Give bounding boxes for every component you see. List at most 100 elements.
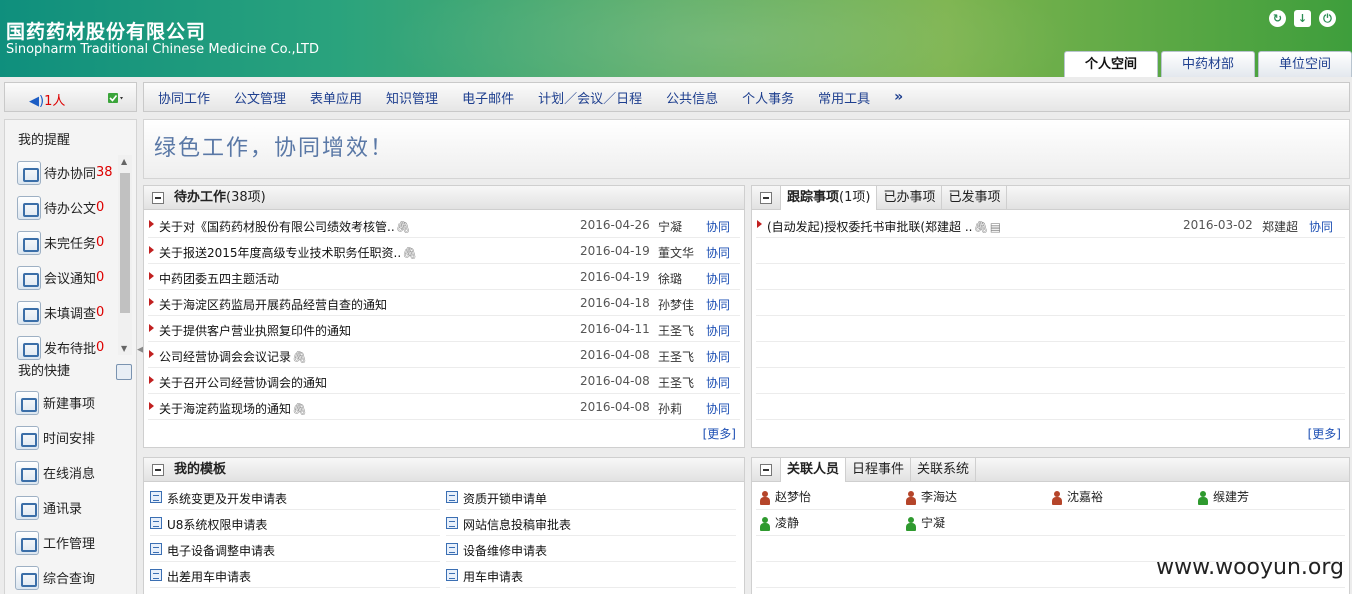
- template-item[interactable]: 出差用车申请表: [150, 562, 440, 588]
- refresh-icon[interactable]: ↻: [1269, 10, 1286, 27]
- collapse-icon[interactable]: [760, 192, 772, 204]
- row-type-link[interactable]: 协同: [706, 374, 730, 391]
- templates-title[interactable]: 我的模板: [172, 458, 232, 481]
- tab-unit-space[interactable]: 单位空间: [1257, 51, 1352, 77]
- nav-documents[interactable]: 公文管理: [234, 88, 286, 107]
- table-row[interactable]: 关于海淀药监现场的通知🖇 2016-04-08 孙莉 协同: [148, 394, 740, 420]
- related-person[interactable]: 沈嘉裕: [1052, 488, 1103, 505]
- tab-herbal-dept[interactable]: 中药材部: [1160, 51, 1255, 77]
- nav-collaboration[interactable]: 协同工作: [158, 88, 210, 107]
- bullet-icon: [149, 298, 154, 306]
- online-users[interactable]: ◀)1人: [29, 90, 65, 109]
- row-title[interactable]: 中药团委五四主题活动: [159, 270, 279, 287]
- template-item[interactable]: 网站信息投稿审批表: [446, 510, 736, 536]
- nav-forms[interactable]: 表单应用: [310, 88, 362, 107]
- row-type-link[interactable]: 协同: [706, 296, 730, 313]
- tab-related-systems[interactable]: 关联系统: [911, 458, 977, 481]
- row-type-link[interactable]: 协同: [706, 270, 730, 287]
- shortcuts-title: 我的快捷: [18, 364, 71, 379]
- related-person[interactable]: 李海达: [906, 488, 957, 505]
- related-person[interactable]: 赵梦怡: [760, 488, 811, 505]
- templates-header: 我的模板: [144, 458, 744, 482]
- reminder-pending-collab[interactable]: 待办协同 38: [17, 155, 119, 190]
- collapse-icon[interactable]: [152, 192, 164, 204]
- person-icon: [760, 516, 770, 531]
- reminder-scrollbar[interactable]: ▲ ▼: [118, 155, 132, 355]
- template-item[interactable]: 用车申请表: [446, 562, 736, 588]
- scroll-thumb[interactable]: [120, 173, 130, 313]
- shortcut-settings-icon[interactable]: [116, 364, 132, 380]
- template-item[interactable]: 设备维修申请表: [446, 536, 736, 562]
- collapse-icon[interactable]: [152, 464, 164, 476]
- related-person[interactable]: 凌静: [760, 514, 799, 531]
- reminder-unfinished-tasks[interactable]: 未完任务 0: [17, 225, 119, 260]
- shortcut-messages[interactable]: 在线消息: [15, 455, 133, 490]
- row-type-link[interactable]: 协同: [1309, 218, 1333, 235]
- tab-personal-space[interactable]: 个人空间: [1063, 51, 1158, 77]
- row-title[interactable]: 关于对《国药药材股份有限公司绩效考核管..🖇: [159, 218, 411, 235]
- template-item[interactable]: U8系统权限申请表: [150, 510, 440, 536]
- tracking-more-link[interactable]: [更多]: [1308, 425, 1341, 442]
- table-row[interactable]: 关于提供客户营业执照复印件的通知 2016-04-11 王圣飞 协同: [148, 316, 740, 342]
- nav-personal-affairs[interactable]: 个人事务: [742, 88, 794, 107]
- row-type-link[interactable]: 协同: [706, 244, 730, 261]
- empty-row: [756, 368, 1345, 394]
- row-date: 2016-04-19: [580, 270, 650, 284]
- shortcut-new-item[interactable]: 新建事项: [15, 385, 133, 420]
- table-row[interactable]: 关于召开公司经营协调会的通知 2016-04-08 王圣飞 协同: [148, 368, 740, 394]
- table-row[interactable]: 关于海淀区药监局开展药品经营自查的通知 2016-04-18 孙梦佳 协同: [148, 290, 740, 316]
- row-type-link[interactable]: 协同: [706, 400, 730, 417]
- table-row[interactable]: 关于对《国药药材股份有限公司绩效考核管..🖇 2016-04-26 宁凝 协同: [148, 212, 740, 238]
- nav-knowledge[interactable]: 知识管理: [386, 88, 438, 107]
- person-icon: [1052, 490, 1062, 505]
- row-type-link[interactable]: 协同: [706, 348, 730, 365]
- nav-email[interactable]: 电子邮件: [462, 88, 514, 107]
- tab-related-people[interactable]: 关联人员: [780, 458, 847, 482]
- table-row[interactable]: 公司经营协调会会议记录🖇 2016-04-08 王圣飞 协同: [148, 342, 740, 368]
- task-icon: [17, 230, 41, 255]
- row-title[interactable]: 关于海淀药监现场的通知🖇: [159, 400, 307, 417]
- nav-tools[interactable]: 常用工具: [818, 88, 870, 107]
- meeting-icon: [17, 265, 41, 290]
- nav-more-button[interactable]: »: [894, 89, 903, 105]
- row-title[interactable]: (自动发起)授权委托书审批联(郑建超 ..🖇▤: [767, 218, 1001, 235]
- row-type-link[interactable]: 协同: [706, 322, 730, 339]
- tab-tracking[interactable]: 跟踪事项(1项): [780, 186, 878, 210]
- row-title[interactable]: 关于报送2015年度高级专业技术职务任职资..🖇: [159, 244, 417, 261]
- shortcut-work-management[interactable]: 工作管理: [15, 525, 133, 560]
- row-title[interactable]: 关于召开公司经营协调会的通知: [159, 374, 327, 391]
- row-title[interactable]: 公司经营协调会会议记录🖇: [159, 348, 307, 365]
- row-title[interactable]: 关于提供客户营业执照复印件的通知: [159, 322, 351, 339]
- template-item[interactable]: 系统变更及开发申请表: [150, 484, 440, 510]
- shortcut-query[interactable]: 综合查询: [15, 560, 133, 594]
- reminder-pending-docs[interactable]: 待办公文 0: [17, 190, 119, 225]
- template-item[interactable]: 资质开锁申请单: [446, 484, 736, 510]
- scroll-down-icon[interactable]: ▼: [121, 344, 127, 353]
- pending-work-title[interactable]: 待办工作(38项): [172, 186, 272, 209]
- template-item[interactable]: 电子设备调整申请表: [150, 536, 440, 562]
- logout-icon[interactable]: ⏻: [1319, 10, 1336, 27]
- shortcut-schedule[interactable]: 时间安排: [15, 420, 133, 455]
- row-title[interactable]: 关于海淀区药监局开展药品经营自查的通知: [159, 296, 387, 313]
- pending-more-link[interactable]: [更多]: [703, 425, 736, 442]
- related-person[interactable]: 宁凝: [906, 514, 945, 531]
- pending-work-header: 待办工作(38项): [144, 186, 744, 210]
- reminder-surveys[interactable]: 未填调查 0: [17, 295, 119, 330]
- tab-sent[interactable]: 已发事项: [942, 186, 1008, 209]
- table-row[interactable]: 关于报送2015年度高级专业技术职务任职资..🖇 2016-04-19 董文华 协同: [148, 238, 740, 264]
- empty-row: [756, 290, 1345, 316]
- table-row[interactable]: 中药团委五四主题活动 2016-04-19 徐璐 协同: [148, 264, 740, 290]
- download-icon[interactable]: ↓: [1294, 10, 1311, 27]
- scroll-up-icon[interactable]: ▲: [121, 157, 127, 166]
- table-row[interactable]: (自动发起)授权委托书审批联(郑建超 ..🖇▤ 2016-03-02 郑建超 协同: [756, 212, 1345, 238]
- reminder-meeting-notice[interactable]: 会议通知 0: [17, 260, 119, 295]
- nav-plan-meeting-schedule[interactable]: 计划／会议／日程: [538, 88, 642, 107]
- status-dropdown-icon[interactable]: [108, 92, 126, 104]
- nav-public-info[interactable]: 公共信息: [666, 88, 718, 107]
- tab-done[interactable]: 已办事项: [877, 186, 943, 209]
- row-type-link[interactable]: 协同: [706, 218, 730, 235]
- collapse-icon[interactable]: [760, 464, 772, 476]
- related-person[interactable]: 缑建芳: [1198, 488, 1249, 505]
- tab-schedule-events[interactable]: 日程事件: [846, 458, 912, 481]
- shortcut-contacts[interactable]: 通讯录: [15, 490, 133, 525]
